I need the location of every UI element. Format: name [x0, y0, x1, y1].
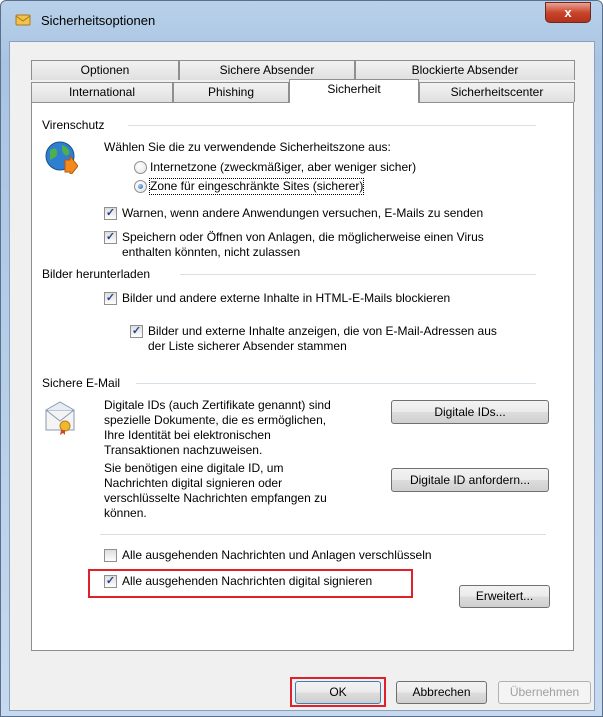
apply-button[interactable]: Übernehmen [498, 681, 591, 704]
request-digital-id-button[interactable]: Digitale ID anfordern... [391, 468, 549, 492]
ok-button[interactable]: OK [295, 681, 381, 704]
checkbox-warn-apps[interactable]: ✓ [104, 207, 117, 220]
window-title: Sicherheitsoptionen [41, 13, 156, 28]
checkbox-block-attachments-label-1[interactable]: Speichern oder Öffnen von Anlagen, die m… [122, 230, 484, 245]
section-divider [136, 383, 536, 384]
digital-ids-button[interactable]: Digitale IDs... [391, 400, 549, 424]
tab-sicherheitscenter[interactable]: Sicherheitscenter [419, 82, 575, 102]
checkbox-warn-apps-label[interactable]: Warnen, wenn andere Anwendungen versuche… [122, 206, 483, 221]
request-id-desc-2: Nachrichten digital signieren oder [104, 476, 283, 490]
digital-ids-desc-4: Transaktionen nachzuweisen. [104, 443, 263, 457]
checkbox-block-attachments-label-2[interactable]: enthalten könnten, nicht zulassen [122, 245, 300, 260]
advanced-button[interactable]: Erweitert... [459, 585, 550, 608]
tab-phishing[interactable]: Phishing [173, 82, 289, 102]
tab-sicherheit[interactable]: Sicherheit [289, 79, 419, 103]
request-id-desc-3: verschlüsselte Nachrichten empfangen zu [104, 491, 327, 505]
section-secure-mail-label: Sichere E-Mail [42, 376, 125, 391]
checkbox-encrypt-all[interactable] [104, 549, 117, 562]
section-images-label: Bilder herunterladen [42, 267, 155, 282]
digital-ids-desc-2: spezielle Dokumente, die es ermöglichen, [104, 413, 327, 427]
zone-prompt: Wählen Sie die zu verwendende Sicherheit… [104, 140, 391, 154]
digital-ids-desc-1: Digitale IDs (auch Zertifikate genannt) … [104, 398, 331, 412]
cancel-button[interactable]: Abbrechen [396, 681, 487, 704]
certificate-envelope-icon [45, 401, 75, 435]
title-bar[interactable]: Sicherheitsoptionen x [1, 1, 602, 41]
tab-optionen[interactable]: Optionen [31, 60, 179, 80]
checkbox-show-safe-images-label-2[interactable]: der Liste sicherer Absender stammen [148, 339, 347, 354]
digital-ids-desc-3: Ihre Identität bei elektronischen [104, 428, 271, 442]
close-button[interactable]: x [545, 2, 591, 23]
separator-line [100, 534, 546, 535]
request-id-desc-4: können. [104, 506, 147, 520]
globe-shield-icon [45, 141, 78, 174]
checkbox-block-images[interactable]: ✓ [104, 292, 117, 305]
radio-internet-zone[interactable] [134, 161, 147, 174]
checkbox-show-safe-images-label-1[interactable]: Bilder und externe Inhalte anzeigen, die… [148, 324, 497, 339]
radio-internet-zone-label[interactable]: Internetzone (zweckmäßiger, aber weniger… [150, 160, 416, 175]
app-icon [15, 14, 31, 26]
tab-sichere-absender[interactable]: Sichere Absender [179, 60, 355, 80]
section-divider [180, 274, 536, 275]
checkbox-sign-all-label[interactable]: Alle ausgehenden Nachrichten digital sig… [122, 574, 372, 589]
request-id-desc-1: Sie benötigen eine digitale ID, um [104, 461, 284, 475]
radio-restricted-zone-label[interactable]: Zone für eingeschränkte Sites (sicherer) [148, 178, 365, 195]
section-virus-label: Virenschutz [42, 118, 109, 133]
checkbox-block-images-label[interactable]: Bilder und andere externe Inhalte in HTM… [122, 291, 450, 306]
checkbox-block-attachments[interactable]: ✓ [104, 231, 117, 244]
tab-blockierte-absender[interactable]: Blockierte Absender [355, 60, 575, 80]
checkbox-sign-all[interactable]: ✓ [104, 575, 117, 588]
tab-international[interactable]: International [31, 82, 173, 102]
checkbox-encrypt-all-label[interactable]: Alle ausgehenden Nachrichten und Anlagen… [122, 548, 432, 563]
radio-restricted-zone[interactable] [134, 180, 147, 193]
checkbox-show-safe-images[interactable]: ✓ [130, 325, 143, 338]
section-divider [128, 125, 536, 126]
